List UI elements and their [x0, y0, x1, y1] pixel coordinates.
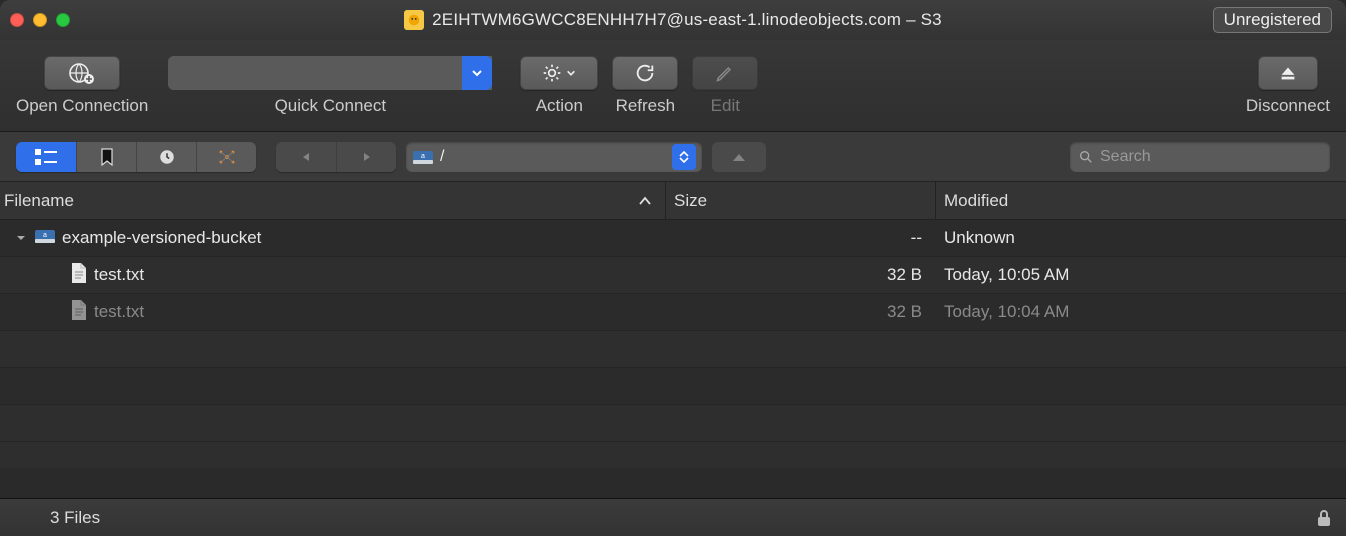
- row-size: 32 B: [666, 302, 936, 322]
- empty-row: [0, 368, 1346, 405]
- navigation-bar: a /: [0, 132, 1346, 182]
- quick-connect-label: Quick Connect: [275, 96, 387, 116]
- status-bar: 3 Files: [0, 498, 1346, 536]
- row-name: example-versioned-bucket: [62, 228, 261, 248]
- clock-icon: [158, 148, 176, 166]
- svg-text:a: a: [43, 232, 47, 239]
- disconnect-label: Disconnect: [1246, 96, 1330, 116]
- path-dropdown-stepper[interactable]: [672, 144, 696, 170]
- column-modified-label: Modified: [944, 191, 1008, 211]
- path-combo[interactable]: a /: [406, 142, 702, 172]
- edit-button: [692, 56, 758, 90]
- row-modified: Unknown: [936, 228, 1346, 248]
- file-list[interactable]: a example-versioned-bucket -- Unknown te…: [0, 220, 1346, 468]
- globe-plus-icon: [67, 62, 97, 84]
- title-bar: 2EIHTWM6GWCC8ENHH7H7@us-east-1.linodeobj…: [0, 0, 1346, 40]
- pencil-icon: [715, 63, 735, 83]
- s3-volume-icon: a: [412, 148, 434, 166]
- eject-icon: [1277, 62, 1299, 84]
- sort-ascending-icon: [639, 196, 651, 206]
- svg-text:a: a: [421, 153, 425, 160]
- window-title: 2EIHTWM6GWCC8ENHH7H7@us-east-1.linodeobj…: [432, 10, 942, 30]
- disclosure-triangle-icon[interactable]: [14, 232, 28, 244]
- chevron-down-icon: [566, 68, 576, 78]
- column-size[interactable]: Size: [666, 182, 936, 219]
- back-button[interactable]: [276, 142, 336, 172]
- refresh-label: Refresh: [616, 96, 676, 116]
- row-modified: Today, 10:04 AM: [936, 302, 1346, 322]
- row-modified: Today, 10:05 AM: [936, 265, 1346, 285]
- column-filename[interactable]: Filename: [0, 182, 666, 219]
- status-summary: 3 Files: [50, 508, 100, 528]
- column-headers: Filename Size Modified: [0, 182, 1346, 220]
- action-label: Action: [536, 96, 583, 116]
- triangle-left-icon: [300, 151, 312, 163]
- outline-view-icon: [35, 149, 57, 165]
- text-file-icon: [70, 299, 88, 326]
- minimize-window-button[interactable]: [33, 13, 47, 27]
- browser-view-button[interactable]: [16, 142, 76, 172]
- bookmark-icon: [100, 148, 114, 166]
- table-row[interactable]: test.txt 32 B Today, 10:04 AM: [0, 294, 1346, 331]
- table-row[interactable]: test.txt 32 B Today, 10:05 AM: [0, 257, 1346, 294]
- lock-icon[interactable]: [1316, 509, 1332, 527]
- action-menu-button[interactable]: [520, 56, 598, 90]
- history-view-button[interactable]: [136, 142, 196, 172]
- empty-row: [0, 405, 1346, 442]
- bonjour-icon: [217, 148, 237, 166]
- row-name: test.txt: [94, 302, 144, 322]
- search-input[interactable]: [1100, 148, 1322, 166]
- unregistered-badge[interactable]: Unregistered: [1213, 7, 1332, 33]
- forward-button[interactable]: [336, 142, 396, 172]
- close-window-button[interactable]: [10, 13, 24, 27]
- s3-bucket-icon: a: [34, 227, 56, 250]
- path-text: /: [440, 148, 666, 166]
- zoom-window-button[interactable]: [56, 13, 70, 27]
- quick-connect-dropdown-button[interactable]: [462, 56, 492, 90]
- main-toolbar: Open Connection Quick Connect Action: [0, 40, 1346, 132]
- open-connection-button[interactable]: [44, 56, 120, 90]
- edit-label: Edit: [711, 96, 740, 116]
- bonjour-view-button[interactable]: [196, 142, 256, 172]
- text-file-icon: [70, 262, 88, 289]
- nav-history-segmented: [276, 142, 396, 172]
- triangle-right-icon: [361, 151, 373, 163]
- go-up-button[interactable]: [712, 142, 766, 172]
- row-size: --: [666, 228, 936, 248]
- table-row[interactable]: a example-versioned-bucket -- Unknown: [0, 220, 1346, 257]
- cyberduck-app-icon: [404, 10, 424, 30]
- refresh-icon: [634, 62, 656, 84]
- view-mode-segmented: [16, 142, 256, 172]
- quick-connect-combo[interactable]: [168, 56, 492, 90]
- column-filename-label: Filename: [4, 191, 74, 211]
- quick-connect-field[interactable]: [168, 56, 462, 90]
- row-name: test.txt: [94, 265, 144, 285]
- open-connection-label: Open Connection: [16, 96, 148, 116]
- window-controls: [10, 13, 70, 27]
- refresh-button[interactable]: [612, 56, 678, 90]
- chevron-down-icon: [471, 67, 483, 79]
- disconnect-button[interactable]: [1258, 56, 1318, 90]
- row-size: 32 B: [666, 265, 936, 285]
- gear-icon: [542, 63, 562, 83]
- bookmarks-view-button[interactable]: [76, 142, 136, 172]
- triangle-up-icon: [732, 152, 746, 162]
- search-field[interactable]: [1070, 142, 1330, 172]
- empty-row: [0, 331, 1346, 368]
- search-icon: [1078, 149, 1094, 165]
- column-size-label: Size: [674, 191, 707, 211]
- column-modified[interactable]: Modified: [936, 182, 1346, 219]
